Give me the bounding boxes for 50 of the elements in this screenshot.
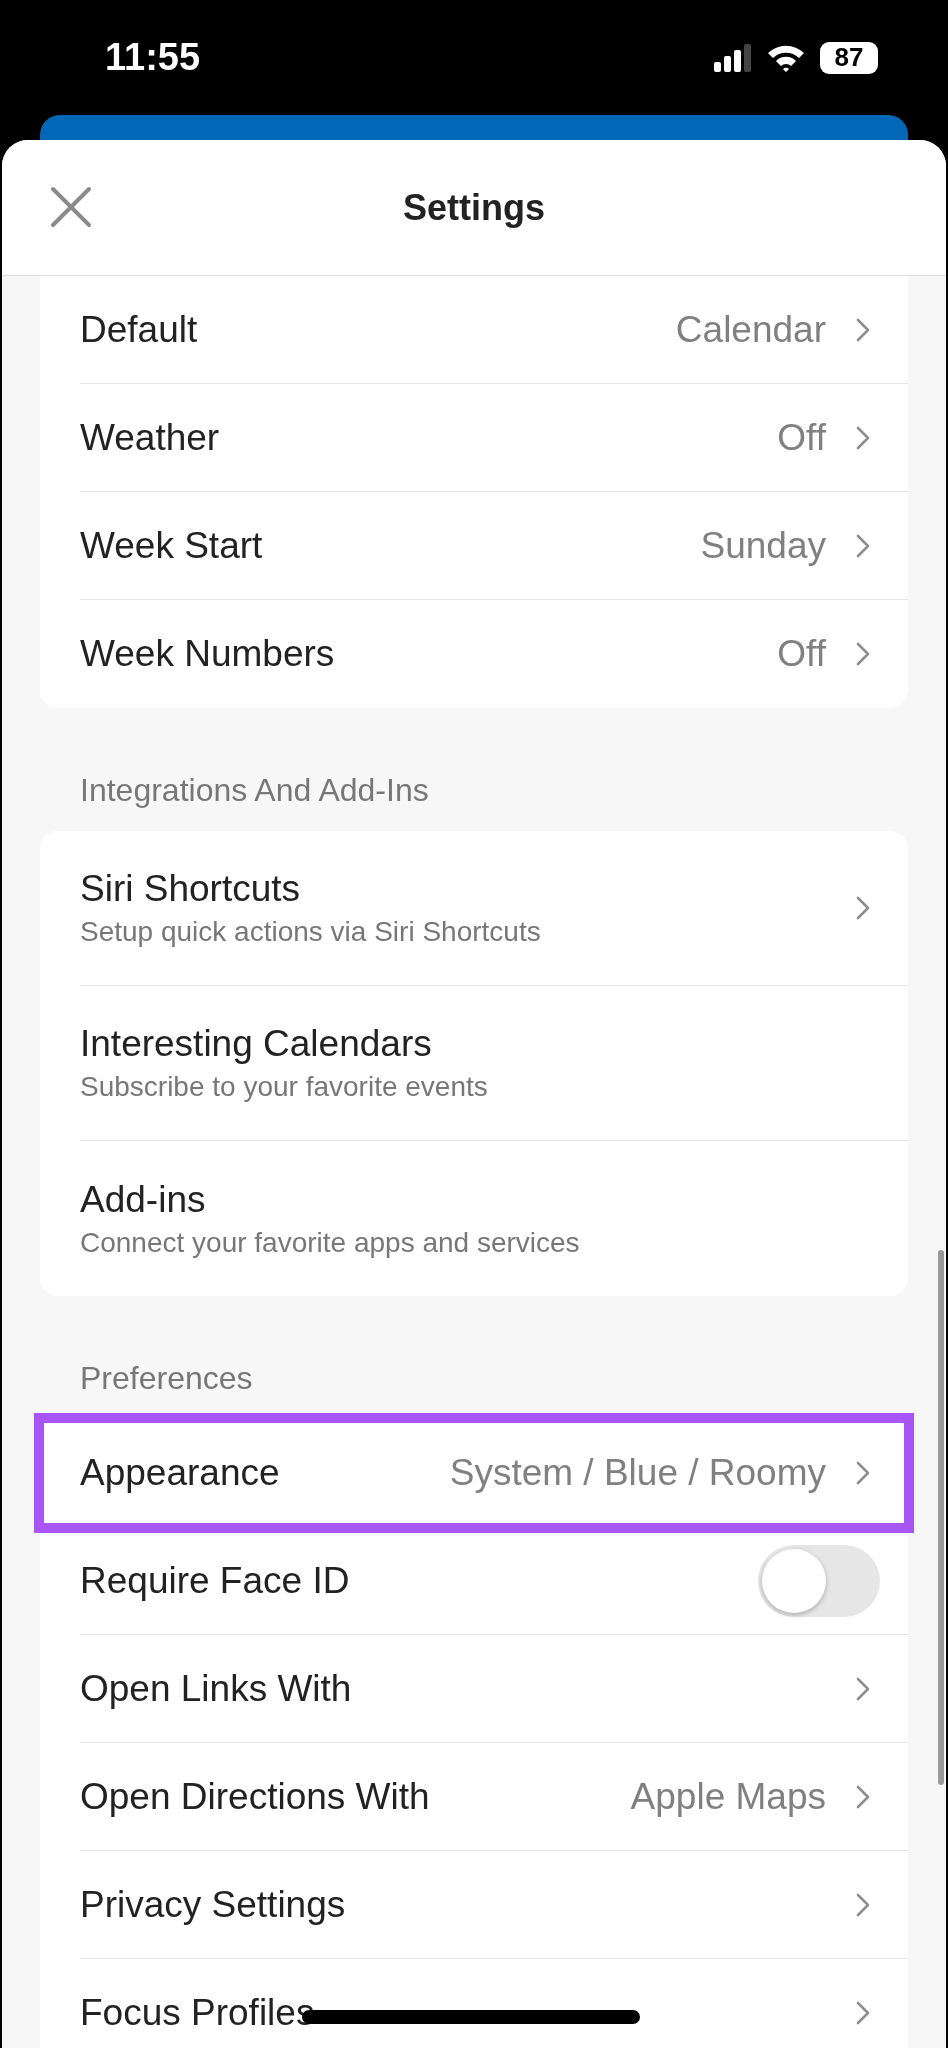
row-title: Default — [80, 308, 198, 351]
row-title: Appearance — [80, 1451, 280, 1494]
chevron-icon — [856, 1460, 870, 1485]
row-value: Calendar — [675, 308, 826, 351]
row-subtitle: Subscribe to your favorite events — [80, 1071, 488, 1103]
chevron-icon — [856, 896, 870, 920]
settings-row[interactable]: Appearance System / Blue / Roomy — [40, 1419, 908, 1527]
row-subtitle: Setup quick actions via Siri Shortcuts — [80, 916, 541, 948]
row-title: Week Start — [80, 524, 263, 567]
chevron-icon — [856, 425, 870, 450]
row-title: Open Directions With — [80, 1775, 430, 1818]
row-value: Sunday — [700, 524, 826, 567]
row-value: Off — [777, 633, 826, 675]
row-title: Open Links With — [80, 1667, 352, 1710]
status-time: 11:55 — [105, 36, 201, 79]
row-title: Require Face ID — [80, 1559, 350, 1602]
settings-row[interactable]: Week Numbers Off — [80, 600, 908, 708]
chevron-icon — [856, 317, 870, 342]
row-title: Weather — [80, 416, 220, 459]
settings-row[interactable]: Require Face ID — [80, 1527, 908, 1635]
row-value: Apple Maps — [630, 1775, 826, 1818]
chevron-icon — [856, 2001, 870, 2025]
battery-icon: 87 — [820, 41, 878, 74]
row-subtitle: Connect your favorite apps and services — [80, 1226, 580, 1259]
chevron-icon — [856, 1676, 870, 1701]
settings-row[interactable]: Week Start Sunday — [80, 492, 908, 600]
section-heading: Integrations And Add-Ins — [79, 771, 430, 810]
sheet-title: Settings — [403, 186, 545, 229]
settings-row[interactable]: Weather Off — [80, 384, 908, 492]
row-value: Off — [777, 416, 826, 459]
row-title: Add-ins — [80, 1178, 206, 1221]
settings-row[interactable]: Default Calendar — [80, 276, 908, 384]
settings-row[interactable]: Add-ins Connect your favorite apps and services — [80, 1141, 908, 1296]
chevron-icon — [856, 642, 870, 666]
row-title: Interesting Calendars — [80, 1023, 432, 1065]
signal-icon — [714, 43, 752, 72]
close-icon[interactable] — [50, 186, 92, 228]
row-title: Week Numbers — [80, 633, 335, 675]
row-title: Siri Shortcuts — [80, 868, 300, 910]
settings-row[interactable]: Interesting Calendars Subscribe to your favorite events — [80, 986, 908, 1141]
chevron-icon — [856, 1784, 870, 1809]
row-value: System / Blue / Roomy — [449, 1451, 826, 1494]
row-title: Privacy Settings — [80, 1883, 346, 1926]
chevron-icon — [856, 1892, 870, 1917]
settings-row[interactable]: Open Links With — [80, 1635, 908, 1743]
settings-row[interactable]: Open Directions With Apple Maps — [80, 1743, 908, 1851]
section-heading: Preferences — [79, 1359, 254, 1398]
settings-row[interactable]: Privacy Settings — [80, 1851, 908, 1959]
settings-row[interactable]: Siri Shortcuts Setup quick actions via Siri Shortcuts — [80, 831, 908, 986]
chevron-icon — [856, 533, 870, 558]
